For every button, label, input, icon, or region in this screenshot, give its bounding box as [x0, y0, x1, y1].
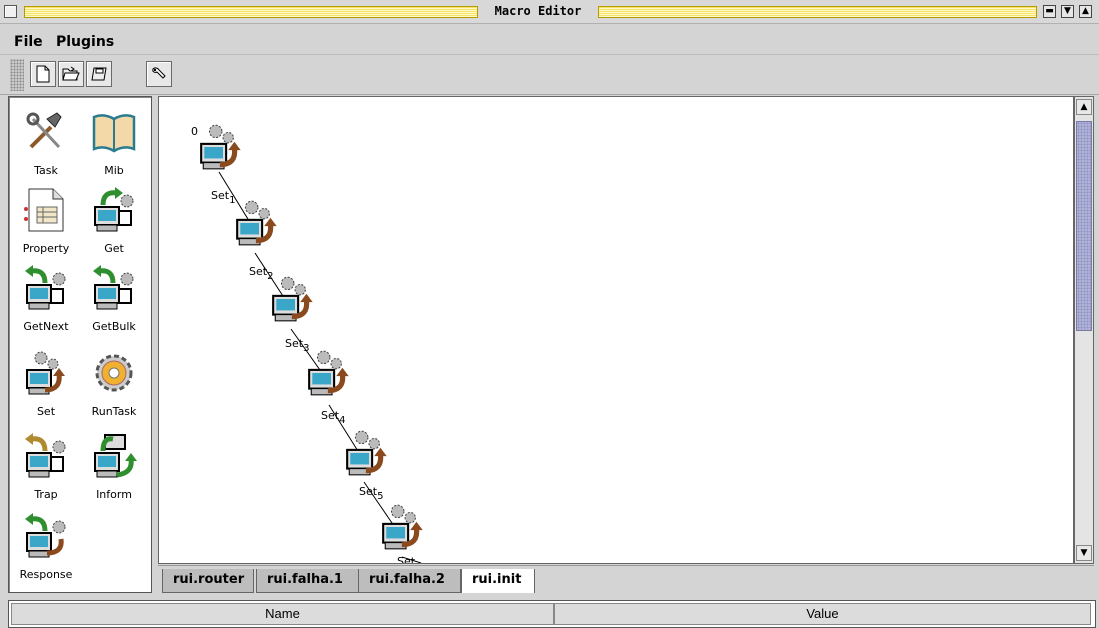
new-document-icon [36, 65, 50, 83]
set-icon [26, 351, 65, 395]
palette-item-set[interactable]: Set [13, 342, 79, 424]
maximize-button[interactable]: ▲ [1079, 5, 1092, 18]
column-header-value[interactable]: Value [554, 603, 1091, 625]
inform-icon [94, 434, 137, 478]
tools-icon [26, 112, 62, 149]
component-palette: Task Mib Property Get GetNext GetBulk Se… [8, 96, 152, 593]
connector-lines [218, 171, 422, 563]
palette-label: Set [36, 405, 56, 418]
menu-bar: File Plugins [0, 24, 1099, 55]
window-title: Macro Editor [494, 4, 582, 18]
palette-item-get[interactable]: Get [81, 179, 147, 261]
trap-icon [25, 433, 66, 478]
run-button[interactable] [146, 61, 172, 87]
open-folder-icon [62, 66, 80, 81]
property-sheet-icon [24, 188, 64, 232]
getbulk-icon [93, 265, 134, 310]
palette-item-getnext[interactable]: GetNext [13, 257, 79, 339]
save-disk-icon [91, 67, 107, 81]
getnext-icon [25, 265, 66, 310]
tab-rui-falha-1[interactable]: rui.falha.1 [256, 569, 360, 593]
palette-label: Trap [34, 488, 58, 501]
node-label: Set1 [211, 189, 236, 206]
palette-item-task[interactable]: Task [13, 101, 79, 183]
macro-tabs: rui.router rui.falha.1 rui.falha.2 rui.i… [158, 565, 1094, 595]
shade-button[interactable]: ▼ [1061, 5, 1074, 18]
menu-plugins[interactable]: Plugins [56, 34, 114, 50]
wrench-icon [152, 67, 166, 79]
properties-table: Name Value [8, 600, 1096, 628]
scroll-down-button[interactable]: ▼ [1076, 545, 1092, 561]
node-label: Set4 [321, 409, 346, 426]
title-stripes-right [598, 6, 1037, 18]
palette-label: GetBulk [92, 320, 136, 333]
title-stripes-left [24, 6, 478, 18]
palette-item-runtask[interactable]: RunTask [81, 342, 147, 424]
palette-label: Get [104, 242, 124, 255]
node-label: Set5 [359, 485, 384, 502]
palette-item-getbulk[interactable]: GetBulk [81, 257, 147, 339]
menu-file[interactable]: File [14, 34, 43, 50]
scroll-thumb[interactable] [1076, 121, 1092, 331]
scroll-up-button[interactable]: ▲ [1076, 99, 1092, 115]
palette-label: GetNext [23, 320, 69, 333]
toolbar [0, 55, 1099, 95]
palette-item-property[interactable]: Property [13, 179, 79, 261]
vertical-scrollbar[interactable]: ▲ ▼ [1074, 96, 1094, 564]
book-icon [92, 114, 136, 153]
tab-rui-falha-2[interactable]: rui.falha.2 [358, 569, 461, 593]
palette-item-response[interactable]: Response [13, 505, 79, 587]
palette-item-trap[interactable]: Trap [13, 425, 79, 507]
open-button[interactable] [58, 61, 84, 87]
palette-label: RunTask [91, 405, 137, 418]
window-menu-button[interactable] [4, 5, 17, 18]
toolbar-grip[interactable] [10, 59, 24, 91]
set-node-icon[interactable] [305, 347, 357, 399]
palette-label: Property [22, 242, 70, 255]
column-header-name[interactable]: Name [11, 603, 554, 625]
save-button[interactable] [86, 61, 112, 87]
get-icon [94, 187, 134, 232]
response-icon [25, 513, 66, 558]
palette-label: Inform [96, 488, 132, 501]
palette-label: Mib [104, 164, 124, 177]
tab-rui-init[interactable]: rui.init [461, 569, 535, 593]
new-button[interactable] [30, 61, 56, 87]
palette-item-mib[interactable]: Mib [81, 101, 147, 183]
palette-item-inform[interactable]: Inform [81, 425, 147, 507]
set-node-icon[interactable] [343, 427, 395, 479]
palette-label: Response [19, 568, 73, 581]
tab-rui-router[interactable]: rui.router [162, 569, 254, 593]
macro-canvas[interactable]: 0 Set1 Set2 Set3 Set4 Set5 Set [158, 96, 1074, 564]
set-node-icon[interactable] [379, 501, 431, 553]
set-node-icon[interactable] [233, 197, 285, 249]
node-label-partial: Set [397, 555, 416, 563]
title-bar: Macro Editor ▬ ▼ ▲ [0, 0, 1099, 24]
palette-label: Task [34, 164, 58, 177]
set-node-icon[interactable] [197, 121, 249, 173]
set-node-icon[interactable] [269, 273, 321, 325]
minimize-button[interactable]: ▬ [1043, 5, 1056, 18]
runtask-gear-icon [95, 354, 133, 392]
